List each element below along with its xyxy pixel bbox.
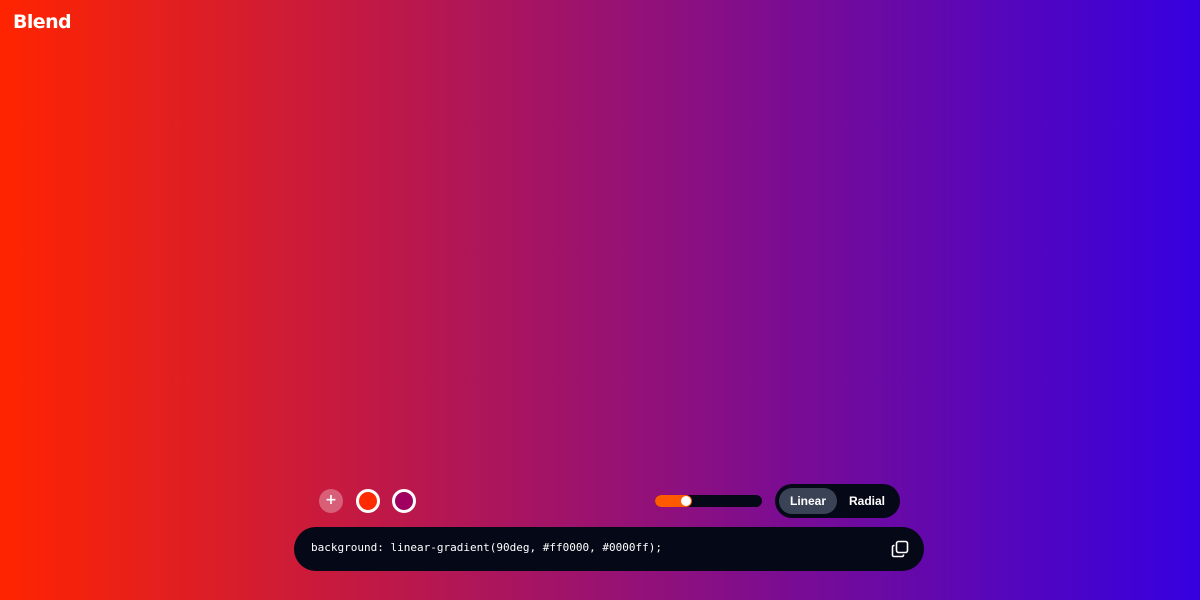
color-stop-2[interactable]	[392, 489, 416, 513]
css-code-bar: background: linear-gradient(90deg, #ff00…	[294, 527, 924, 571]
css-code-text: background: linear-gradient(90deg, #ff00…	[311, 541, 662, 554]
linear-button[interactable]: Linear	[779, 488, 837, 514]
gradient-type-toggle: Linear Radial	[775, 484, 900, 518]
radial-button[interactable]: Radial	[839, 488, 895, 514]
angle-slider-thumb[interactable]	[681, 496, 691, 506]
color-stop-1[interactable]	[356, 489, 380, 513]
copy-icon[interactable]	[890, 539, 910, 559]
app-logo: Blend	[13, 11, 72, 33]
gradient-preview	[0, 0, 1200, 600]
add-color-stop-button[interactable]: +	[319, 489, 343, 513]
angle-slider[interactable]	[655, 495, 762, 507]
